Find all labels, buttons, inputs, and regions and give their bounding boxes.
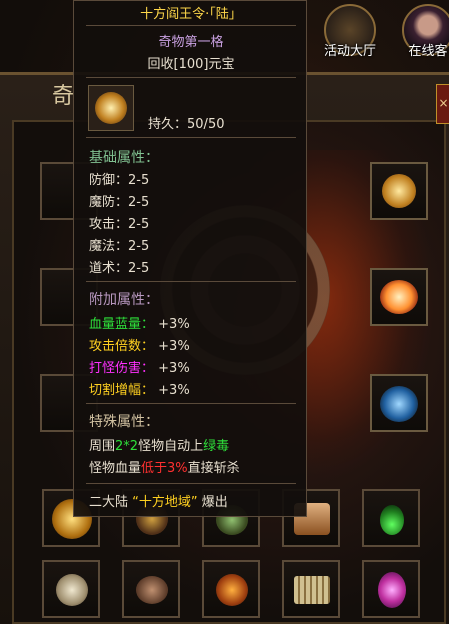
divider xyxy=(86,483,296,484)
equip-slot-skull[interactable] xyxy=(42,560,100,618)
special-stats-header: 特殊属性： xyxy=(89,414,159,430)
equip-slot-potion[interactable] xyxy=(362,489,420,547)
item-name: 十方阎王令·「陆」 xyxy=(140,7,242,22)
stat-row: 防御：2-5 xyxy=(89,173,150,188)
stat-row: 攻击倍数： +3% xyxy=(89,339,190,354)
stat-row: 切割增幅： +3% xyxy=(89,383,190,398)
bronze-heart-icon xyxy=(136,576,168,604)
equip-slot-flame-beast[interactable] xyxy=(370,268,428,326)
online-service-button[interactable]: 在线客 xyxy=(396,0,449,64)
gold-talisman-icon xyxy=(382,174,416,208)
special-line: 周围2*2怪物自动上绿毒 xyxy=(89,439,230,454)
equip-slot-heart[interactable] xyxy=(122,560,180,618)
divider xyxy=(86,403,296,404)
drop-location: 二大陆 “十方地域” 爆出 xyxy=(89,495,228,510)
activity-hall-button[interactable]: 活动大厅 xyxy=(318,0,382,64)
stat-row: 道术：2-5 xyxy=(89,261,150,276)
gold-bracelet-icon xyxy=(216,574,248,606)
item-token-icon xyxy=(88,85,134,131)
item-tooltip: 十方阎王令·「陆」 奇物第一格 回收[100]元宝 持久：50/50 基础属性：… xyxy=(73,0,307,517)
online-service-label: 在线客 xyxy=(408,44,448,59)
extra-stats-header: 附加属性： xyxy=(89,292,159,308)
equip-slot-bracelet[interactable] xyxy=(202,560,260,618)
divider xyxy=(86,137,296,138)
stat-row: 魔防：2-5 xyxy=(89,195,150,210)
flame-beast-icon xyxy=(380,280,418,314)
equip-slot-bamboo-scroll[interactable] xyxy=(282,560,340,618)
equip-slot-gem[interactable] xyxy=(362,560,420,618)
divider xyxy=(86,281,296,282)
stat-row: 攻击：2-5 xyxy=(89,217,150,232)
stat-row: 打怪伤害： +3% xyxy=(89,361,190,376)
game-screen: 奇 活动大厅 在线客 × 十方阎王令·「陆」 奇物第一格 回收[100]元宝 持… xyxy=(0,0,449,624)
green-potion-icon xyxy=(380,505,404,535)
stat-row: 血量蓝量： +3% xyxy=(89,317,190,332)
durability: 持久：50/50 xyxy=(148,117,225,132)
divider xyxy=(86,77,296,78)
bamboo-scroll-icon xyxy=(294,576,330,604)
blue-skull-mask-icon xyxy=(380,386,418,422)
skull-icon xyxy=(56,574,88,606)
crystal-gem-icon xyxy=(378,572,406,608)
base-stats-header: 基础属性： xyxy=(89,150,159,166)
equip-slot-talisman[interactable] xyxy=(370,162,428,220)
divider xyxy=(86,25,296,26)
recycle-price: 回收[100]元宝 xyxy=(147,57,235,72)
close-button[interactable]: × xyxy=(436,84,449,124)
special-line: 怪物血量低于3%直接斩杀 xyxy=(89,461,240,476)
activity-hall-label: 活动大厅 xyxy=(323,44,376,59)
equip-slot-skull-mask[interactable] xyxy=(370,374,428,432)
stat-row: 魔法：2-5 xyxy=(89,239,150,254)
item-subtitle: 奇物第一格 xyxy=(158,35,224,50)
